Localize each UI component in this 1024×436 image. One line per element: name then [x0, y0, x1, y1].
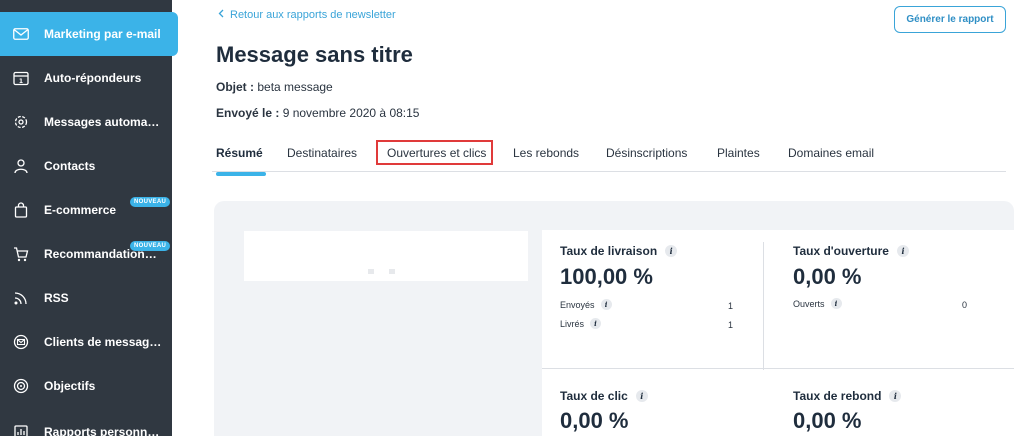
report-icon [12, 423, 30, 436]
calendar-icon: 1 [12, 69, 30, 87]
tab-complaints[interactable]: Plaintes [717, 146, 760, 160]
stat-title-label: Taux de clic [560, 389, 628, 403]
svg-text:1: 1 [19, 78, 23, 85]
sidebar-item-autoresponders[interactable]: 1 Auto-répondeurs [0, 56, 172, 100]
gear-icon [12, 113, 30, 131]
sidebar-item-label: Contacts [44, 159, 96, 173]
row-label: Livrés [560, 318, 585, 329]
back-to-reports-link[interactable]: Retour aux rapports de newsletter [218, 9, 396, 21]
back-link-label: Retour aux rapports de newsletter [230, 9, 396, 21]
sidebar-item-label: Objectifs [44, 379, 96, 393]
open-rate-value: 0,00 % [793, 264, 862, 289]
rss-icon [12, 289, 30, 307]
row-label: Envoyés [560, 299, 595, 310]
tab-label: Résumé [216, 146, 263, 160]
sidebar-item-contacts[interactable]: Contacts [0, 144, 172, 188]
sidebar-item-email-marketing[interactable]: Marketing par e-mail [0, 12, 178, 56]
subject-line: Objet : beta message [216, 80, 333, 94]
sent-date-line: Envoyé le : 9 novembre 2020 à 08:15 [216, 106, 419, 120]
tab-summary[interactable]: Résumé [216, 146, 266, 176]
sidebar-item-automated-messages[interactable]: Messages automatisés [0, 100, 172, 144]
stat-title-label: Taux de rebond [793, 389, 882, 403]
delivery-rate-title: Taux de livraison i [560, 244, 678, 258]
info-icon[interactable]: i [635, 390, 648, 402]
sidebar-item-label: Marketing par e-mail [44, 27, 161, 41]
stat-title-label: Taux de livraison [560, 244, 658, 258]
tab-unsubscribes[interactable]: Désinscriptions [606, 146, 687, 160]
info-icon[interactable]: i [896, 245, 909, 257]
delivered-count-row: Livrés i [560, 318, 602, 329]
opens-count-value: 0 [962, 300, 968, 310]
sent-label: Envoyé le : [216, 106, 280, 120]
bounce-rate-title: Taux de rebond i [793, 389, 902, 403]
info-icon[interactable]: i [665, 245, 678, 257]
stats-panel [542, 230, 1014, 436]
info-icon[interactable]: i [590, 318, 602, 329]
divider [542, 368, 1014, 369]
sidebar-item-label: Rapports personnalisés [44, 425, 162, 436]
highlight-box [376, 140, 493, 165]
sidebar-item-label: Auto-répondeurs [44, 71, 142, 85]
report-tabs: Résumé Destinataires Ouvertures et clics… [212, 140, 1006, 176]
sidebar-item-label: E-commerce [44, 203, 117, 217]
info-icon[interactable]: i [830, 298, 842, 309]
chevron-left-icon [218, 9, 224, 21]
sent-value: 9 novembre 2020 à 08:15 [282, 106, 420, 120]
tab-bounces[interactable]: Les rebonds [513, 146, 579, 160]
sidebar-item-mail-clients[interactable]: Clients de messagerie [0, 320, 172, 364]
divider [763, 242, 764, 370]
delivered-count-value: 1 [728, 320, 734, 330]
sent-count-row: Envoyés i [560, 299, 612, 310]
sidebar-item-goals[interactable]: Objectifs [0, 364, 172, 408]
sidebar-item-label: Messages automatisés [44, 115, 162, 129]
tab-recipients[interactable]: Destinataires [287, 146, 357, 160]
sidebar-item-recommendations[interactable]: Recommandations de … NOUVEAU [0, 232, 172, 276]
sidebar-item-rss[interactable]: RSS [0, 276, 172, 320]
sidebar-item-label: RSS [44, 291, 69, 305]
shopping-bag-icon [12, 201, 30, 219]
generate-report-button[interactable]: Générer le rapport [894, 6, 1006, 33]
person-icon [12, 157, 30, 175]
subject-label: Objet : [216, 80, 254, 94]
new-badge: NOUVEAU [130, 241, 171, 251]
mail-client-icon [12, 333, 30, 351]
info-icon[interactable]: i [600, 299, 612, 310]
delivery-rate-value: 100,00 % [560, 264, 653, 289]
sent-count-value: 1 [728, 301, 734, 311]
opens-count-row: Ouverts i [793, 298, 842, 309]
cart-icon [12, 245, 30, 263]
click-rate-value: 0,00 % [560, 408, 629, 433]
stat-title-label: Taux d'ouverture [793, 244, 889, 258]
sidebar: Marketing par e-mail 1 Auto-répondeurs M… [0, 0, 178, 436]
envelope-icon [12, 25, 30, 43]
tab-email-domains[interactable]: Domaines email [788, 146, 874, 160]
email-preview-thumbnail[interactable] [244, 231, 528, 281]
target-icon [12, 377, 30, 395]
subject-value: beta message [257, 80, 333, 94]
bounce-rate-value: 0,00 % [793, 408, 862, 433]
preview-dot [368, 269, 374, 274]
active-tab-indicator [216, 172, 266, 176]
info-icon[interactable]: i [889, 390, 902, 402]
click-rate-title: Taux de clic i [560, 389, 648, 403]
sidebar-item-label: Clients de messagerie [44, 335, 162, 349]
row-label: Ouverts [793, 298, 825, 309]
sidebar-item-custom-reports[interactable]: Rapports personnalisés [0, 410, 172, 436]
preview-dot [389, 269, 395, 274]
sidebar-item-ecommerce[interactable]: E-commerce NOUVEAU [0, 188, 172, 232]
new-badge: NOUVEAU [130, 197, 171, 207]
open-rate-title: Taux d'ouverture i [793, 244, 909, 258]
page-title: Message sans titre [216, 42, 413, 67]
